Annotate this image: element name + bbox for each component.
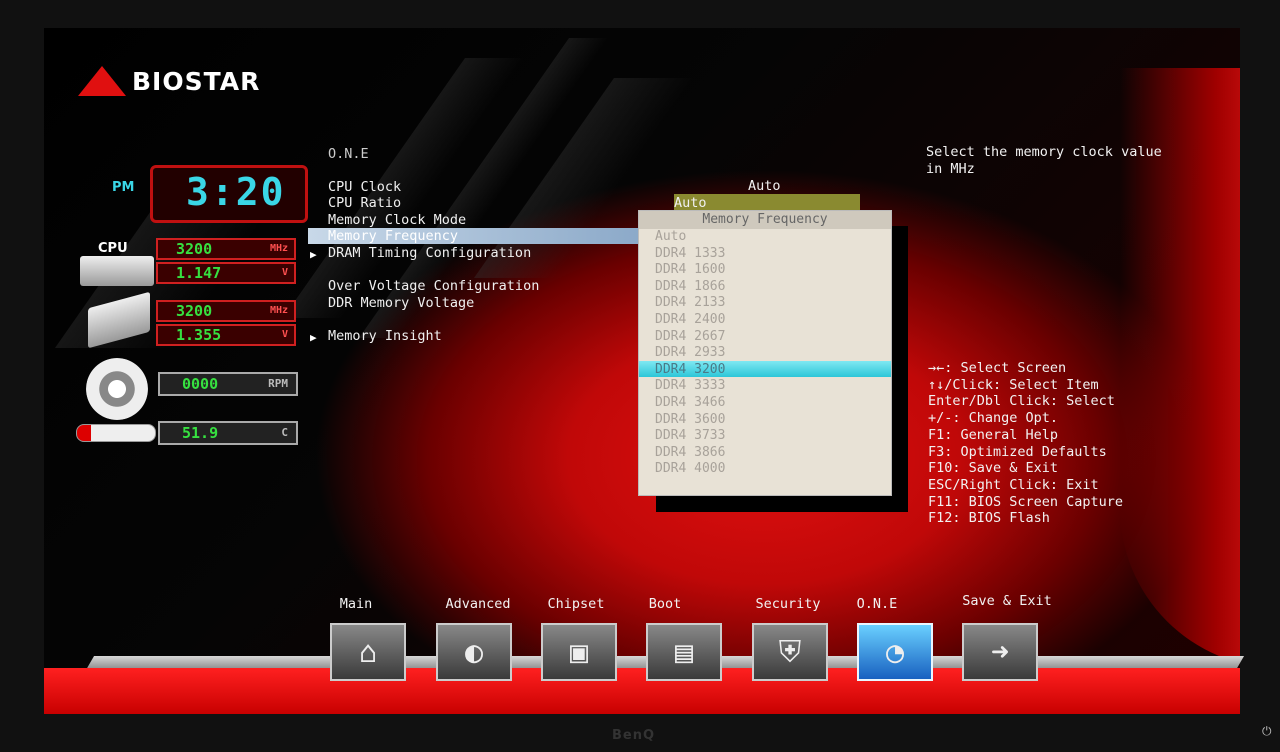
help-key-line: ↑↓/Click: Select Item [928, 376, 1099, 393]
help-key-line: F1: General Help [928, 426, 1059, 443]
submenu-arrow-icon: ▶ [310, 331, 317, 344]
cpu-label: CPU [98, 241, 128, 256]
popup-option[interactable]: DDR4 3866 [655, 445, 725, 461]
cpu-voltage-display: 1.147 V [156, 262, 296, 284]
popup-option[interactable]: DDR4 2400 [655, 312, 725, 328]
mem-voltage-unit: V [281, 329, 288, 340]
help-key-line: F10: Save & Exit [928, 460, 1059, 477]
nav-tab-button[interactable]: ◐ [436, 623, 512, 681]
nav-tab-label: Save & Exit [962, 593, 1052, 609]
popup-option[interactable]: DDR4 2133 [655, 295, 725, 311]
mem-frequency-unit: MHz [269, 305, 288, 316]
popup-option[interactable]: Auto [655, 229, 686, 245]
popup-option[interactable]: DDR4 1600 [655, 262, 725, 278]
popup-option[interactable]: DDR4 3333 [655, 378, 725, 394]
advanced-icon: ◐ [464, 634, 484, 670]
popup-option[interactable]: DDR4 4000 [655, 461, 725, 477]
help-key-line: F12: BIOS Flash [928, 510, 1050, 527]
temperature-unit: C [281, 426, 288, 439]
fan-speed-unit: RPM [268, 377, 288, 390]
cpu-frequency-display: 3200 MHz [156, 238, 296, 260]
popup-option[interactable]: DDR4 2933 [655, 345, 725, 361]
menu-item-memory-clock-mode[interactable]: Memory Clock Mode [328, 212, 466, 228]
one-icon: ◔ [885, 634, 905, 670]
menu-item-cpu-ratio[interactable]: CPU Ratio [328, 195, 401, 211]
nav-tab-label: Boot [648, 596, 682, 612]
save-exit-icon: ➜ [990, 634, 1010, 670]
logo-text: BIOSTAR [132, 66, 261, 96]
biostar-logo: BIOSTAR [78, 66, 260, 96]
cpu-chip-icon [80, 256, 154, 286]
nav-tab-button[interactable]: ▣ [541, 623, 617, 681]
nav-tab-label: Main [339, 596, 373, 612]
thermometer-icon [76, 424, 156, 442]
chipset-icon: ▣ [569, 634, 589, 670]
popup-option[interactable]: DDR4 3600 [655, 412, 725, 428]
mem-frequency-display: 3200 MHz [156, 300, 296, 322]
popup-option[interactable]: DDR4 2667 [655, 329, 725, 345]
help-key-line: →←: Select Screen [928, 360, 1067, 376]
clock-time: 3:20 [186, 170, 286, 214]
nav-tab-label: Advanced [445, 596, 511, 612]
nav-tab-label: O.N.E [856, 596, 898, 612]
popup-option[interactable]: DDR4 3733 [655, 428, 725, 444]
menu-item-memory-insight[interactable]: Memory Insight [328, 328, 442, 344]
nav-tab-button[interactable]: ⌂ [330, 623, 406, 681]
cpu-frequency-unit: MHz [269, 243, 288, 254]
clock-ampm: PM [112, 180, 135, 195]
fan-icon [86, 358, 148, 420]
nav-tab-button[interactable]: ⛨ [752, 623, 828, 681]
security-icon: ⛨ [778, 634, 802, 670]
help-key-line: F3: Optimized Defaults [928, 443, 1107, 460]
menu-item-memory-frequency[interactable]: Memory Frequency [328, 228, 458, 244]
popup-title: Memory Frequency [639, 211, 891, 229]
menu-item-cpu-clock[interactable]: CPU Clock [328, 179, 401, 195]
help-key-line: +/-: Change Opt. [928, 410, 1059, 427]
cpu-voltage-unit: V [281, 267, 288, 278]
cpu-clock-value[interactable]: Auto [748, 178, 781, 194]
temperature-value: 51.9 [182, 424, 219, 442]
popup-option[interactable]: DDR4 1333 [655, 246, 725, 262]
section-title: O.N.E [328, 146, 369, 162]
fan-speed-display: 0000 RPM [158, 372, 298, 396]
menu-item-dram-timing[interactable]: DRAM Timing Configuration [328, 245, 531, 261]
nav-tab-button[interactable]: ▤ [646, 623, 722, 681]
menu-item-over-voltage: Over Voltage Configuration [328, 278, 540, 294]
popup-option[interactable]: DDR4 3466 [655, 395, 725, 411]
help-description: Select the memory clock value in MHz [926, 144, 1162, 177]
cpu-ratio-value[interactable]: Auto [674, 195, 707, 211]
monitor-brand: BenQ [612, 728, 656, 743]
temperature-display: 51.9 C [158, 421, 298, 445]
cpu-frequency-value: 3200 [176, 240, 213, 258]
popup-option[interactable]: DDR4 1866 [655, 279, 725, 295]
nav-tab-button[interactable]: ➜ [962, 623, 1038, 681]
help-key-line: Enter/Dbl Click: Select [928, 393, 1115, 410]
mem-voltage-value: 1.355 [176, 326, 222, 344]
home-icon: ⌂ [358, 634, 378, 670]
mem-voltage-display: 1.355 V [156, 324, 296, 346]
help-key-line: F11: BIOS Screen Capture [928, 493, 1124, 510]
memory-frequency-popup[interactable]: Memory Frequency Auto DDR4 1333 DDR4 1600 D… [638, 210, 892, 496]
menu-item-ddr-voltage[interactable]: DDR Memory Voltage [328, 295, 474, 311]
submenu-arrow-icon: ▶ [310, 248, 317, 261]
boot-icon: ▤ [674, 634, 694, 670]
power-icon: ⏻ [1262, 724, 1272, 738]
cpu-voltage-value: 1.147 [176, 264, 222, 282]
popup-option[interactable]: DDR4 3200 [655, 362, 725, 378]
nav-tab-button[interactable]: ◔ [857, 623, 933, 681]
help-key-line: ESC/Right Click: Exit [928, 476, 1099, 493]
logo-triangle-icon [78, 66, 126, 96]
nav-floor [44, 668, 1240, 714]
mem-frequency-value: 3200 [176, 302, 213, 320]
fan-speed-value: 0000 [182, 375, 219, 393]
